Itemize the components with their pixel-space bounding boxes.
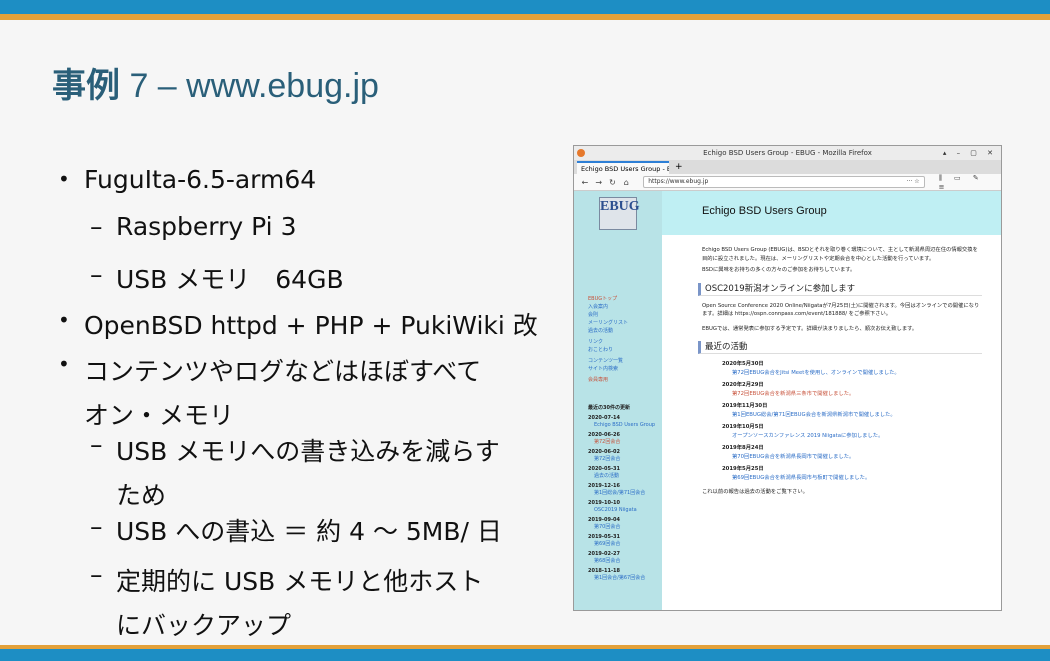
recent-heading: 最近の30件の更新 <box>588 405 630 411</box>
recent-link[interactable]: 第69回会合 <box>588 541 658 549</box>
sidebar-link[interactable]: 入会案内 <box>588 303 628 311</box>
bullet-dash: – <box>90 560 103 589</box>
home-icon[interactable]: ⌂ <box>619 178 633 187</box>
bullet-dot: • <box>58 167 70 191</box>
sidebar-link[interactable]: EBUGトップ <box>588 295 628 303</box>
bullet-l2: – USB への書込 ＝ 約 4 〜 5MB/ 日 <box>90 512 502 546</box>
new-tab-button[interactable]: + <box>669 160 689 174</box>
site-title: Echigo BSD Users Group <box>702 205 827 217</box>
bullet-l1: • コンテンツやログなどはほぼすべてオン・メモリ <box>58 352 482 430</box>
title-ja: 事例 <box>52 66 120 106</box>
back-icon[interactable]: ← <box>578 178 592 187</box>
forward-icon[interactable]: → <box>592 178 606 187</box>
bullet-dash: – <box>90 212 103 241</box>
activity-item[interactable]: オープンソースカンファレンス 2019 Niigataに参加しました。 <box>722 432 982 441</box>
page-content: EBUG EBUGトップ 入会案内 会則 メーリングリスト 過去の活動 リンク … <box>574 191 1001 610</box>
site-main: Echigo BSD Users Group (EBUG)は、BSDとそれを取り… <box>698 246 982 497</box>
bullet-l1: • FuguIta-6.5-arm64 <box>58 165 317 194</box>
bookmark-star-icon[interactable]: ··· ☆ <box>907 178 920 185</box>
bullet-l1: • OpenBSD httpd + PHP + PukiWiki 改 <box>58 308 538 340</box>
url-bar[interactable]: https://www.ebug.jp ··· ☆ <box>643 176 925 188</box>
recent-link[interactable]: 第68回会合 <box>588 558 658 566</box>
activity-item[interactable]: 第72回EBUG会合を新潟県三条市で開催しました。 <box>722 390 982 399</box>
bullet-l2: – 定期的に USB メモリと他ホストにバックアップ <box>90 560 484 640</box>
recent-link[interactable]: 第72回会合 <box>588 456 658 464</box>
sidebar-link[interactable]: おことわり <box>588 346 628 354</box>
browser-tab[interactable]: Echigo BSD Users Group - E ✕ <box>577 161 669 174</box>
sidebar-link[interactable]: サイト内検索 <box>588 365 628 373</box>
bullet-l2: – Raspberry Pi 3 <box>90 212 297 241</box>
window-controls[interactable]: ▴ – ▢ ✕ <box>943 149 997 157</box>
osc-text-2: EBUGでは、通常発表に参加する予定です。詳細が決まりましたら、順次お伝え致しま… <box>702 325 918 332</box>
top-accent-bar <box>0 0 1050 20</box>
sidebar-link[interactable]: メーリングリスト <box>588 319 628 327</box>
toolbar-icons[interactable]: ⫼ ▭ ✎ ≡ <box>939 174 1001 191</box>
slide-title: 事例 7 – www.ebug.jp <box>52 58 379 107</box>
recent-updates: 最近の30件の更新 2020-07-14 Echigo BSD Users Gro… <box>588 405 658 583</box>
bullet-l2: – USB メモリ 64GB <box>90 260 344 294</box>
activity-item[interactable]: 第1回EBUG総会/第71回EBUG会合を新潟県新潟市で開催しました。 <box>722 411 982 420</box>
intro-text-2: BSDに興味をお持ちの多くの方々のご参加をお待ちしています。 <box>702 267 856 273</box>
sidebar-link[interactable]: コンテンツ一覧 <box>588 357 628 365</box>
activity-item[interactable]: 第70回EBUG会合を新潟県長岡市で開催しました。 <box>722 453 982 462</box>
activity-item[interactable]: 第72回EBUG会合をJitsi Meetを使用し、オンラインで開催しました。 <box>722 369 982 378</box>
sidebar-link[interactable]: 会員専用 <box>588 376 628 384</box>
bullet-dot: • <box>58 352 70 376</box>
recent-link[interactable]: 第70回会合 <box>588 524 658 532</box>
recent-link[interactable]: 第72回会合 <box>588 439 658 447</box>
bullet-dash: – <box>90 260 103 289</box>
bullet-dot: • <box>58 308 70 332</box>
osc-text: Open Source Conference 2020 Online/Niiga… <box>702 302 980 318</box>
site-sidebar: EBUG EBUGトップ 入会案内 会則 メーリングリスト 過去の活動 リンク … <box>574 191 662 610</box>
intro-text: Echigo BSD Users Group (EBUG)は、BSDとそれを取り… <box>702 247 978 262</box>
footer-text: これ以前の報告は過去の活動をご覧下さい。 <box>702 489 808 495</box>
bullet-dash: – <box>90 430 103 459</box>
recent-link[interactable]: 第1回総会/第71回会合 <box>588 490 658 498</box>
site-header: Echigo BSD Users Group <box>662 191 1001 235</box>
sidebar-links: EBUGトップ 入会案内 会則 メーリングリスト 過去の活動 リンク おことわり… <box>588 295 628 384</box>
window-titlebar: Echigo BSD Users Group - EBUG - Mozilla … <box>574 146 1001 160</box>
reload-icon[interactable]: ↻ <box>606 178 620 187</box>
bullet-dash: – <box>90 512 103 541</box>
recent-link[interactable]: OSC2019 Niigata <box>588 507 658 515</box>
browser-screenshot: Echigo BSD Users Group - EBUG - Mozilla … <box>573 145 1002 611</box>
sidebar-link[interactable]: 会則 <box>588 311 628 319</box>
activity-list: 2020年5月30日 第72回EBUG会合をJitsi Meetを使用し、オンライ… <box>702 360 982 482</box>
sidebar-link[interactable]: リンク <box>588 338 628 346</box>
section-heading-osc: OSC2019新潟オンラインに参加します <box>698 282 982 296</box>
recent-link[interactable]: 第1回会合/第67回会合 <box>588 575 658 583</box>
recent-link[interactable]: Echigo BSD Users Group <box>588 422 658 430</box>
nav-toolbar: ← → ↻ ⌂ https://www.ebug.jp ··· ☆ ⫼ ▭ ✎ ≡ <box>574 174 1001 191</box>
ebug-logo[interactable]: EBUG <box>599 197 640 230</box>
tab-bar: Echigo BSD Users Group - E ✕ + <box>574 160 1001 174</box>
sidebar-link[interactable]: 過去の活動 <box>588 327 628 335</box>
bullet-l2: – USB メモリへの書き込みを減らすため <box>90 430 500 510</box>
window-title: Echigo BSD Users Group - EBUG - Mozilla … <box>703 149 872 157</box>
section-heading-activities: 最近の活動 <box>698 341 982 354</box>
title-rest: 7 – www.ebug.jp <box>120 67 379 105</box>
recent-link[interactable]: 過去の活動 <box>588 473 658 481</box>
activity-item[interactable]: 第69回EBUG会合を新潟県長岡市与板町で開催しました。 <box>722 474 982 483</box>
